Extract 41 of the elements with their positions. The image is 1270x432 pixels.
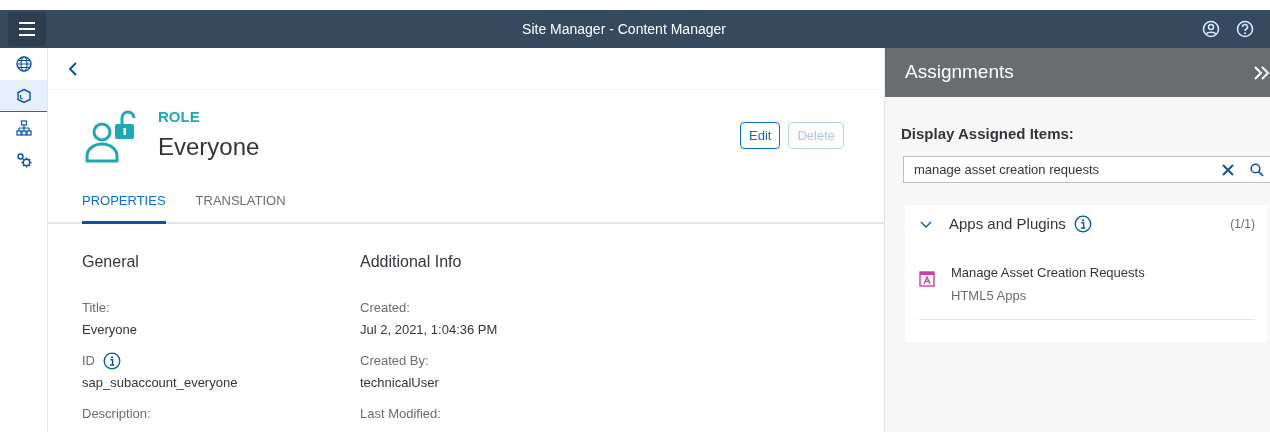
field-value: sap_subaccount_everyone xyxy=(82,373,239,392)
field-value: technicalUser xyxy=(360,373,440,392)
field-value: Everyone xyxy=(82,320,138,339)
gears-icon xyxy=(15,152,32,168)
user-icon[interactable] xyxy=(1202,20,1220,38)
item-title: Manage Asset Creation Requests xyxy=(951,264,1145,282)
app-title: Site Manager - Content Manager xyxy=(521,19,727,39)
field-label: ID xyxy=(82,352,95,370)
tab[interactable]: TRANSLATION xyxy=(195,182,286,224)
object-type-label: ROLE xyxy=(158,107,201,127)
section-title: General xyxy=(82,252,140,272)
panel-title: Assignments xyxy=(905,60,1014,85)
sidebar-item[interactable] xyxy=(0,80,47,112)
field-label: Last Modified: xyxy=(360,405,441,423)
menu-button[interactable] xyxy=(8,12,46,46)
field-label: Title: xyxy=(82,299,110,317)
search-field[interactable]: manage asset creation requests xyxy=(903,155,1270,183)
globe-icon xyxy=(15,56,32,72)
info-icon[interactable] xyxy=(1073,214,1092,233)
back-icon[interactable] xyxy=(68,60,78,77)
field-value: Jul 2, 2021, 1:04:36 PM xyxy=(360,320,499,339)
item-subtitle: HTML5 Apps xyxy=(951,286,1028,305)
group-title: Apps and Plugins xyxy=(949,213,1066,234)
filter-label: Display Assigned Items: xyxy=(901,124,1075,144)
cube-icon xyxy=(15,87,32,104)
app-icon xyxy=(919,271,935,287)
edit-button[interactable]: Edit xyxy=(740,121,781,149)
section-title: Additional Info xyxy=(360,252,463,272)
collapse-icon[interactable] xyxy=(1252,63,1270,82)
info-icon[interactable] xyxy=(103,351,121,370)
field-label: Created: xyxy=(360,299,410,317)
search-icon[interactable] xyxy=(1250,162,1264,177)
tab[interactable]: PROPERTIES xyxy=(82,182,166,224)
sitemap-icon xyxy=(15,120,32,136)
field-label: Created By: xyxy=(360,352,429,370)
role-name: Everyone xyxy=(158,131,261,162)
menu-icon xyxy=(18,22,36,36)
field-label: Description: xyxy=(82,405,151,423)
help-icon[interactable] xyxy=(1236,20,1254,38)
clear-icon[interactable] xyxy=(1222,163,1234,176)
item-count: (1/1) xyxy=(1230,215,1255,233)
